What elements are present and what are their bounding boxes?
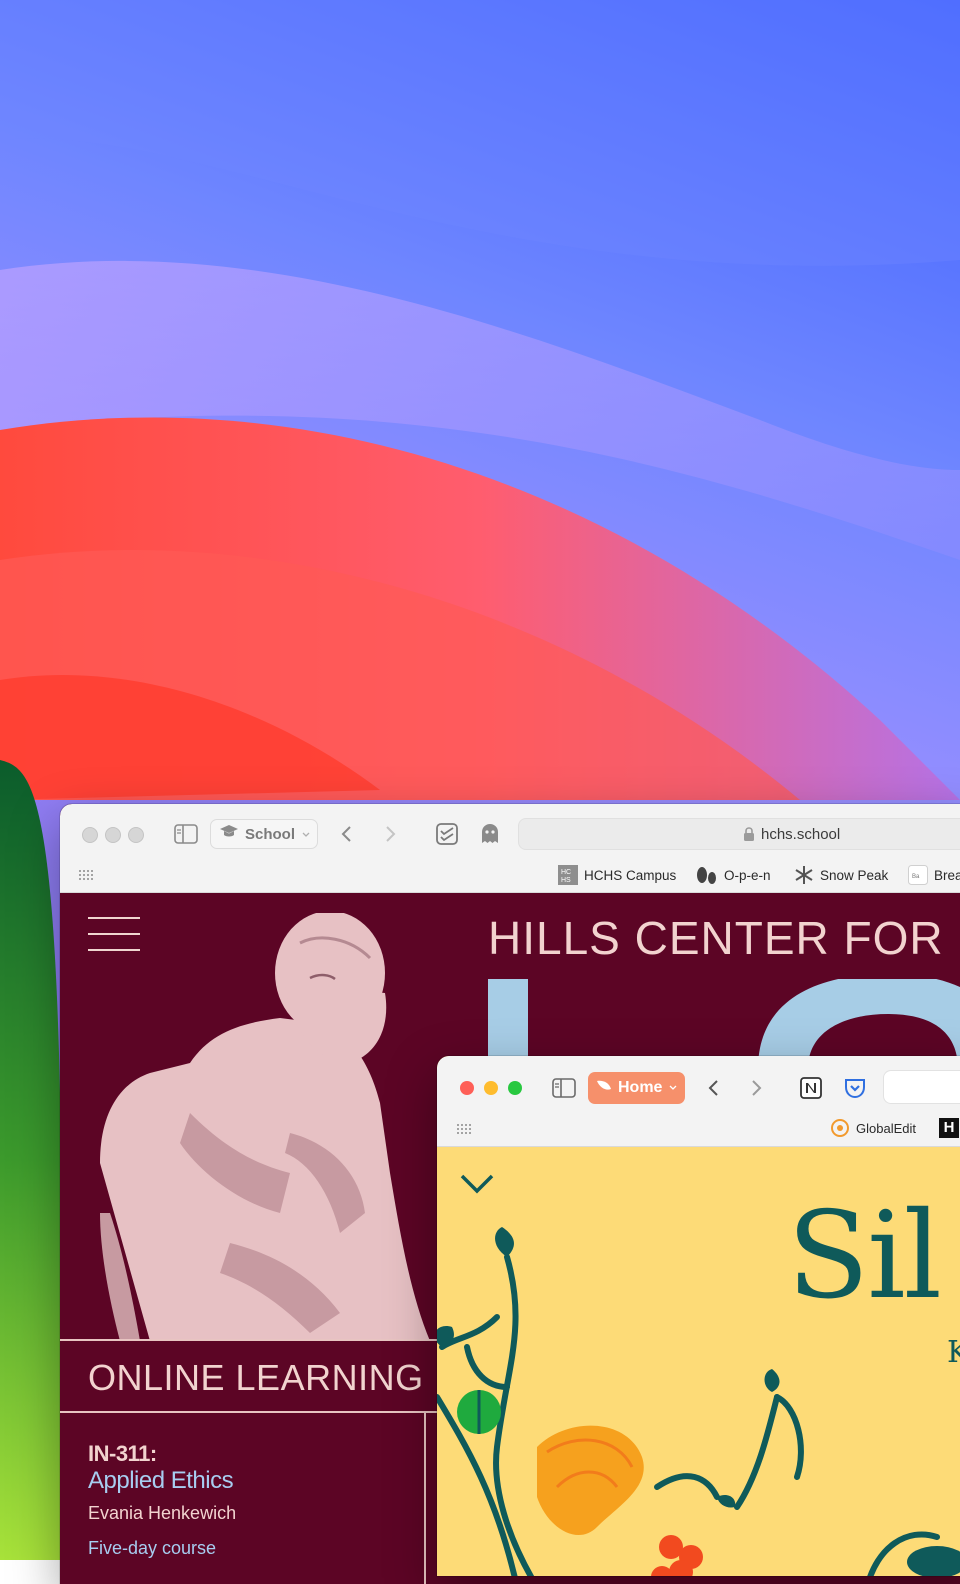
grid-icon[interactable] [78, 869, 94, 881]
course-code: IN-311: [88, 1441, 157, 1466]
ghost-icon[interactable] [480, 823, 500, 845]
zoom-button[interactable] [128, 827, 144, 843]
window-toolbar: School hchs.school HC HS HCHS Campus O-p… [60, 804, 960, 893]
statue-image [80, 911, 450, 1341]
bookmark-globaledit[interactable]: GlobalEdit [830, 1118, 916, 1138]
browser-window-home: Home GlobalEdit H Sil K [437, 1056, 960, 1576]
bookmark-open[interactable]: O-p-e-n [696, 865, 771, 885]
close-button[interactable] [82, 827, 98, 843]
back-chevron-icon[interactable] [707, 1078, 721, 1098]
hchs-logo-icon: HCHS [558, 865, 578, 885]
brea-logo-icon: Ba [908, 865, 928, 885]
bookmarks-bar: HC HS HCHS Campus O-p-e-n Snow Peak Ba Br… [60, 856, 960, 892]
asterisk-icon [795, 866, 813, 884]
bookmark-label: H [939, 1118, 959, 1138]
bookmarks-bar: GlobalEdit H [437, 1110, 960, 1146]
svg-text:HC: HC [561, 869, 571, 876]
open-logo-icon [697, 867, 716, 884]
divider [60, 1339, 440, 1341]
course-name-link[interactable]: Applied Ethics [88, 1467, 234, 1495]
site-title: HILLS CENTER FOR [488, 912, 944, 964]
bookmark-label: GlobalEdit [856, 1120, 916, 1136]
bookmark-label: O-p-e-n [724, 867, 771, 883]
sidebar-icon[interactable] [552, 1078, 576, 1098]
back-chevron-icon[interactable] [340, 824, 354, 844]
address-bar[interactable] [883, 1070, 960, 1104]
globaledit-logo-icon [831, 1119, 849, 1137]
address-text: hchs.school [761, 826, 841, 843]
minimize-button[interactable] [105, 827, 121, 843]
tab-group-label: School [245, 825, 296, 843]
forward-chevron-icon[interactable] [383, 824, 397, 844]
tab-group-button[interactable]: Home [588, 1072, 685, 1104]
chevron-down-icon [301, 826, 311, 843]
chevron-down-icon [668, 1079, 678, 1097]
forward-chevron-icon[interactable] [749, 1078, 763, 1098]
bookmark-label: HCHS Campus [584, 867, 677, 883]
grid-icon[interactable] [456, 1123, 472, 1135]
course-duration: Five-day course [88, 1538, 217, 1558]
lock-icon [743, 827, 755, 846]
sidebar-icon[interactable] [174, 824, 198, 844]
course-instructor: Evania Henkewich [88, 1503, 237, 1523]
checklist-icon[interactable] [435, 823, 459, 845]
floral-illustration [437, 1227, 960, 1576]
leaf-icon [596, 1079, 612, 1098]
section-title: ONLINE LEARNING [88, 1357, 424, 1398]
bookmark-hchs-campus[interactable]: HC HS HCHS Campus [558, 865, 676, 885]
bookmark-h[interactable]: H [939, 1118, 959, 1138]
tab-group-label: Home [618, 1079, 663, 1096]
address-bar[interactable]: hchs.school [518, 818, 960, 850]
divider [60, 1411, 440, 1413]
home-page: Sil K [437, 1147, 960, 1576]
bookmark-brea[interactable]: Ba Brea [908, 865, 960, 885]
bookmark-label: Brea [934, 867, 960, 883]
graduation-cap-icon [219, 824, 239, 844]
divider [424, 1413, 426, 1584]
minimize-button[interactable] [484, 1081, 498, 1095]
svg-text:Ba: Ba [912, 874, 920, 880]
zoom-button[interactable] [508, 1081, 522, 1095]
bookmark-label: Snow Peak [820, 867, 889, 883]
window-toolbar: Home GlobalEdit H [437, 1056, 960, 1147]
notion-icon[interactable] [799, 1076, 823, 1100]
svg-text:HS: HS [561, 877, 571, 884]
pocket-icon[interactable] [843, 1076, 867, 1100]
tab-group-button[interactable]: School [210, 819, 318, 849]
close-button[interactable] [460, 1081, 474, 1095]
bookmark-snow-peak[interactable]: Snow Peak [794, 865, 888, 885]
